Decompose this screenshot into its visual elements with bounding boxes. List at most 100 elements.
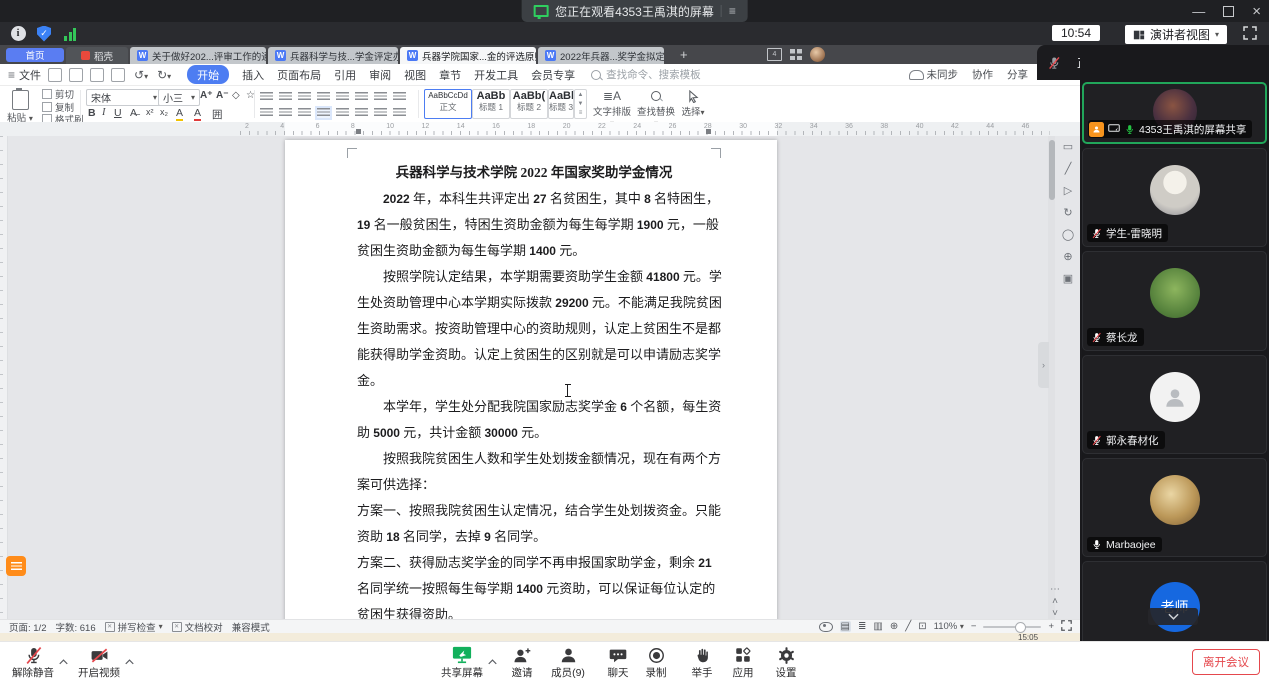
- new-tab-button[interactable]: +: [680, 47, 688, 62]
- zoom-slider[interactable]: [983, 626, 1041, 628]
- redo-icon[interactable]: ↻▾: [157, 68, 171, 82]
- participant-tile[interactable]: 郭永春材化: [1082, 355, 1267, 454]
- ribbon-tab-page-layout[interactable]: 页面布局: [277, 67, 321, 83]
- increase-font-icon[interactable]: A⁺: [200, 90, 213, 101]
- ribbon-tab-start[interactable]: 开始: [187, 65, 229, 84]
- distribute-icon[interactable]: [336, 108, 349, 118]
- sort-icon[interactable]: [355, 92, 368, 102]
- start-video-button[interactable]: 开启视频: [75, 645, 123, 679]
- zoom-out-button[interactable]: −: [971, 621, 977, 632]
- underline-button[interactable]: U: [114, 107, 122, 119]
- line-spacing-icon[interactable]: [355, 108, 368, 118]
- italic-button[interactable]: I: [102, 107, 106, 118]
- shape-circle-icon[interactable]: ◯: [1062, 230, 1074, 241]
- numbered-list-icon[interactable]: [279, 92, 292, 102]
- ribbon-tab-references[interactable]: 引用: [334, 67, 356, 83]
- command-search-input[interactable]: 查找命令、搜索模板: [591, 67, 701, 82]
- unmute-button[interactable]: 解除静音: [9, 645, 57, 679]
- word-count[interactable]: 字数: 616: [56, 620, 96, 634]
- attachment-icon[interactable]: ⊕: [1063, 252, 1072, 263]
- zoom-in-button[interactable]: +: [1048, 621, 1054, 632]
- zoom-slider-thumb[interactable]: [1015, 622, 1026, 633]
- strikethrough-button[interactable]: A̶: [130, 107, 137, 119]
- share-options-chevron[interactable]: [488, 652, 497, 670]
- undo-icon[interactable]: ↺▾: [134, 68, 148, 82]
- minimize-button[interactable]: —: [1192, 4, 1205, 19]
- share-screen-button[interactable]: 共享屏幕: [438, 645, 486, 679]
- task-pane-expander[interactable]: ›: [1038, 342, 1049, 388]
- paragraph-settings-icon[interactable]: [393, 92, 406, 102]
- save-icon[interactable]: [48, 68, 62, 82]
- decrease-font-icon[interactable]: A⁻: [216, 90, 229, 101]
- increase-indent-icon[interactable]: [317, 92, 330, 102]
- right-margin-marker[interactable]: [706, 129, 711, 134]
- export-icon[interactable]: [69, 68, 83, 82]
- ribbon-tab-view[interactable]: 视图: [404, 67, 426, 83]
- shading-icon[interactable]: [374, 108, 387, 118]
- text-direction-icon[interactable]: [336, 92, 349, 102]
- invite-button[interactable]: 邀请: [498, 645, 546, 679]
- font-size-select[interactable]: 小三▾: [158, 89, 200, 106]
- superscript-button[interactable]: x²: [146, 107, 154, 117]
- document-scrollbar[interactable]: [1048, 136, 1055, 620]
- font-color-button[interactable]: A: [194, 107, 201, 121]
- align-left-icon[interactable]: [260, 108, 273, 118]
- page-view-icon[interactable]: ▤: [840, 621, 851, 632]
- character-border-icon[interactable]: 囲: [212, 107, 223, 122]
- watching-banner[interactable]: 您正在观看4353王禹淇的屏幕 ≡: [521, 0, 748, 22]
- tab-home[interactable]: 首页: [6, 48, 64, 62]
- tab-document-4[interactable]: W2022年兵器...奖学金拟定名单: [538, 47, 664, 64]
- style-heading-1[interactable]: AaBb标题 1: [472, 89, 510, 119]
- mic-options-chevron[interactable]: [59, 652, 68, 670]
- eye-protection-icon[interactable]: [819, 622, 833, 632]
- page-navigation[interactable]: ⋯˄˅: [1050, 584, 1060, 620]
- members-button[interactable]: 成员(9): [544, 645, 592, 679]
- document-page[interactable]: 兵器科学与技术学院 2022 年国家奖助学金情况 2022 年，本科生共评定出 …: [285, 140, 777, 620]
- tab-document-1[interactable]: W关于做好202...评审工作的通知: [130, 47, 266, 64]
- floating-tools-button[interactable]: [6, 556, 26, 576]
- align-right-icon[interactable]: [298, 108, 311, 118]
- multi-page-view-icon[interactable]: 4: [767, 48, 782, 61]
- print-icon[interactable]: [90, 68, 104, 82]
- read-mode-icon[interactable]: ▥: [873, 621, 882, 632]
- fit-page-icon[interactable]: ⊡: [918, 621, 926, 632]
- show-marks-icon[interactable]: [374, 92, 387, 102]
- print-preview-icon[interactable]: [111, 68, 125, 82]
- style-heading-2[interactable]: AaBb(标题 2: [510, 89, 548, 119]
- comment-panel-icon[interactable]: ▣: [1063, 274, 1073, 285]
- history-icon[interactable]: ↻: [1063, 208, 1072, 219]
- fullscreen-icon[interactable]: [1243, 26, 1257, 45]
- cloud-sync-status[interactable]: 未同步: [909, 67, 959, 82]
- video-options-chevron[interactable]: [125, 652, 134, 670]
- cut-button[interactable]: 剪切: [42, 89, 84, 102]
- horizontal-ruler[interactable]: 2468101214161820222426283032343638404244…: [0, 122, 1080, 137]
- participant-tile[interactable]: 学生-雷晓明: [1082, 148, 1267, 247]
- document-canvas[interactable]: 兵器科学与技术学院 2022 年国家奖助学金情况 2022 年，本科生共评定出 …: [0, 136, 1080, 620]
- ribbon-tab-insert[interactable]: 插入: [242, 67, 264, 83]
- record-button[interactable]: 录制: [632, 645, 680, 679]
- left-margin-marker[interactable]: [356, 129, 361, 134]
- participant-tile[interactable]: 老师: [1082, 561, 1267, 641]
- wps-fullscreen-icon[interactable]: [1061, 620, 1072, 634]
- grid-view-icon[interactable]: [790, 49, 802, 60]
- font-name-select[interactable]: 宋体▾: [86, 89, 162, 106]
- ribbon-tab-developer[interactable]: 开发工具: [474, 67, 518, 83]
- bullet-list-icon[interactable]: [260, 92, 273, 102]
- proofread-toggle[interactable]: ✕文档校对: [172, 620, 223, 634]
- justify-icon[interactable]: [317, 108, 330, 118]
- share-button[interactable]: 分享: [1007, 67, 1028, 82]
- network-stats-icon[interactable]: [62, 26, 78, 42]
- decrease-indent-icon[interactable]: [298, 92, 311, 102]
- account-avatar[interactable]: [810, 47, 825, 62]
- ribbon-tab-member[interactable]: 会员专享: [531, 67, 575, 83]
- select-tool[interactable]: 选择▾: [678, 88, 708, 118]
- leave-meeting-button[interactable]: 离开会议: [1192, 649, 1260, 675]
- spell-check-toggle[interactable]: ✕拼写检查▾: [105, 620, 163, 634]
- apps-button[interactable]: 应用: [719, 645, 767, 679]
- highlight-color-button[interactable]: A: [176, 107, 183, 121]
- participant-tile[interactable]: Marbaojee: [1082, 458, 1267, 557]
- clear-format-icon[interactable]: ◇: [232, 90, 240, 101]
- bold-button[interactable]: B: [88, 107, 96, 119]
- ribbon-tab-review[interactable]: 审阅: [369, 67, 391, 83]
- style-heading-3[interactable]: AaBbC(标题 3: [548, 89, 574, 119]
